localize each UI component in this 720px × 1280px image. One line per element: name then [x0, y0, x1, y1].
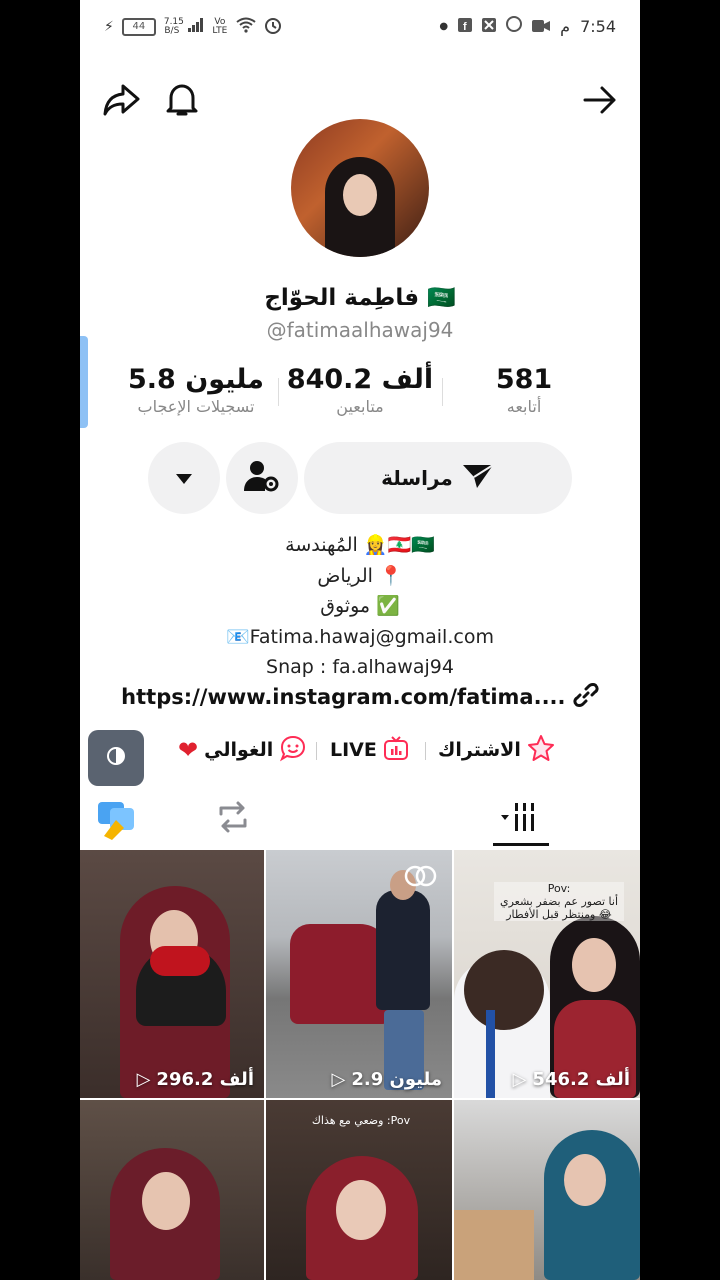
likes-stat[interactable]: 5.8 مليون تسجيلات الإعجاب — [106, 364, 286, 416]
star-icon — [527, 734, 555, 767]
bio-email: 📧Fatima.hawaj@gmail.com — [226, 625, 494, 648]
touch-app-icon — [94, 798, 138, 846]
charging-icon: ⚡ — [104, 19, 114, 35]
svg-text:f: f — [463, 21, 467, 32]
profile-screen: ⚡ 44 7.15 B/S Vo LTE ● f م 7:54 فاطِمة ا… — [80, 0, 640, 1280]
overlay-caption: أنا تصور عم بضفر بشعري ومنتظر قبل الأفطا… — [499, 895, 619, 921]
view-count: ▷ 2.9 مليون — [331, 1069, 443, 1090]
edge-handle[interactable] — [80, 336, 88, 428]
video-icon — [532, 17, 551, 36]
video-thumbnail[interactable]: Pov: أنا تصور عم بضفر بشعري ومنتظر قبل ا… — [454, 850, 640, 1098]
view-count: ▷ 546.2 ألف — [512, 1069, 630, 1090]
play-icon: ▷ — [136, 1069, 151, 1090]
play-icon: ▷ — [512, 1069, 527, 1090]
video-grid: Pov: أنا تصور عم بضفر بشعري ومنتظر قبل ا… — [80, 850, 640, 1280]
bell-icon[interactable] — [160, 78, 204, 122]
app-shortcut-button[interactable] — [88, 794, 144, 850]
video-thumbnail[interactable]: ▷ 296.2 ألف — [80, 850, 264, 1098]
contrast-toggle-button[interactable] — [88, 730, 144, 786]
signal-icon — [187, 18, 204, 36]
stats-row: 581 أتابعه 840.2 ألف متابعين 5.8 مليون ت… — [80, 364, 640, 424]
battery-icon: 44 — [121, 18, 156, 36]
close-box-icon — [482, 17, 497, 36]
chevron-down-icon — [176, 469, 192, 488]
wifi-icon — [236, 17, 256, 37]
data-speed: 7.15 B/S — [163, 17, 184, 36]
favorites-chip[interactable]: ❤ الغوالي — [178, 732, 307, 768]
grid-icon — [497, 801, 545, 837]
share-icon[interactable] — [100, 78, 144, 122]
video-thumbnail[interactable] — [454, 1100, 640, 1280]
video-thumbnail[interactable]: وضعي مع هذاك :Pov — [266, 1100, 452, 1280]
contrast-icon — [105, 745, 127, 771]
link-icon — [573, 683, 599, 709]
facebook-icon: f — [458, 17, 473, 36]
message-button[interactable]: مراسلة — [304, 442, 572, 514]
profile-handle: @fatimaalhawaj94 — [266, 318, 454, 342]
video-thumbnail[interactable] — [80, 1100, 264, 1280]
volte-indicator: Vo LTE — [212, 17, 228, 36]
view-count: ▷ 296.2 ألف — [136, 1069, 254, 1090]
bio-line: الرياض 📍 — [317, 564, 403, 587]
smiley-icon — [279, 734, 307, 767]
back-arrow-icon[interactable] — [578, 78, 622, 122]
bio-line: موثوق ✅ — [320, 595, 400, 617]
play-icon: ▷ — [331, 1069, 346, 1090]
bio: المُهندسة 👷‍♀️🇱🇧🇸🇦 الرياض 📍 موثوق ✅ 📧Fat… — [80, 530, 640, 683]
profile-link[interactable]: https://www.instagram.com/fatima.... — [80, 682, 640, 709]
alarm-icon — [264, 16, 282, 38]
video-thumbnail[interactable]: ▷ 2.9 مليون — [266, 850, 452, 1098]
multi-photo-icon — [404, 864, 438, 892]
avatar[interactable] — [291, 119, 429, 257]
heart-icon: ❤ — [178, 736, 199, 764]
content-tabs — [80, 792, 640, 850]
followers-stat[interactable]: 840.2 ألف متابعين — [270, 364, 450, 416]
bio-line: المُهندسة 👷‍♀️🇱🇧🇸🇦 — [285, 534, 435, 556]
tab-reposts[interactable] — [140, 792, 326, 846]
profile-chips: الاشتراك LIVE ❤ الغوالي — [80, 732, 640, 768]
status-bar: ⚡ 44 7.15 B/S Vo LTE ● f م 7:54 — [104, 16, 616, 38]
whatsapp-icon — [506, 16, 523, 36]
flag-icon: 🇸🇦 — [427, 285, 456, 311]
overlay-title: Pov: — [547, 882, 571, 895]
user-settings-button[interactable] — [226, 442, 298, 514]
send-icon — [461, 462, 495, 495]
live-chip[interactable]: LIVE — [330, 732, 409, 768]
more-dropdown-button[interactable] — [148, 442, 220, 514]
overlay-caption: وضعي مع هذاك :Pov — [311, 1114, 411, 1127]
tv-icon — [383, 735, 409, 766]
repost-icon — [215, 800, 251, 838]
bio-snap: Snap : fa.alhawaj94 — [266, 656, 454, 678]
subscribe-chip[interactable]: الاشتراك — [438, 732, 555, 768]
following-stat[interactable]: 581 أتابعه — [434, 364, 614, 416]
user-gear-icon — [243, 458, 281, 498]
dot-icon: ● — [439, 20, 449, 32]
tab-videos[interactable] — [428, 792, 614, 846]
profile-name: فاطِمة الحوّاج 🇸🇦 — [264, 285, 456, 311]
clock-time: 7:54 — [580, 16, 616, 36]
